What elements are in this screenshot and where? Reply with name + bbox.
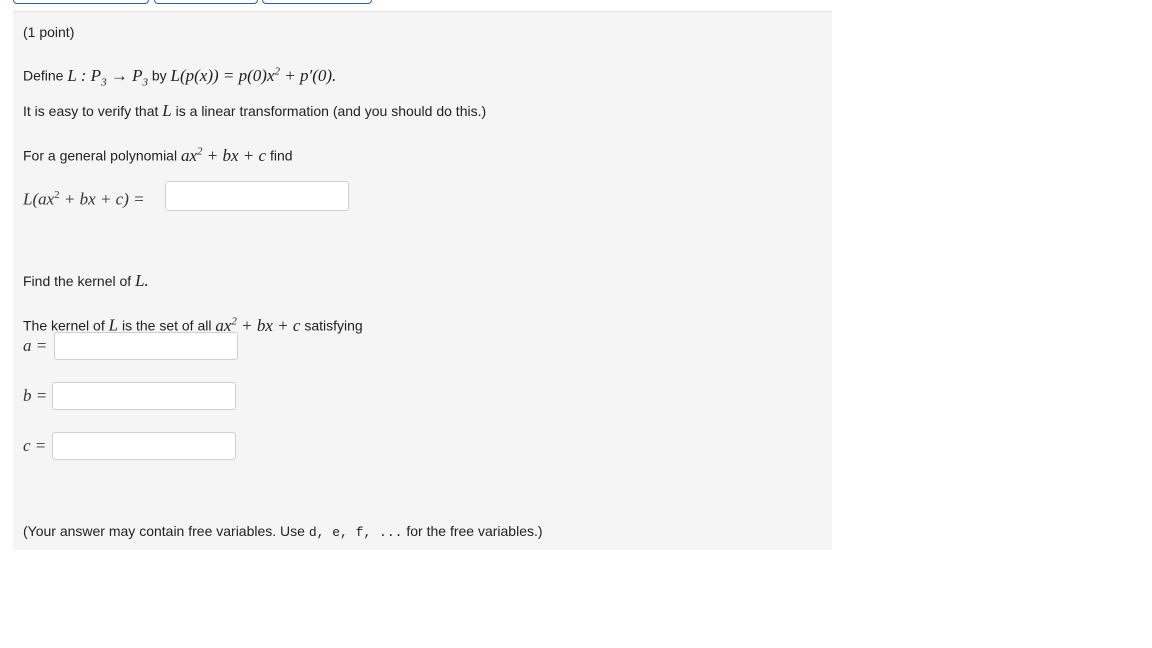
L-symbol: L.: [135, 271, 149, 290]
image-formula-label: L(ax2 + bx + c) =: [23, 189, 145, 209]
rule-formula: L(p(x)) = p(0)x2 + p′(0).: [170, 65, 337, 85]
verify-line: It is easy to verify that L is a linear …: [23, 101, 487, 120]
definition-line: Define L : P3 → P3 by L(p(x)) = p(0)x2 +…: [23, 62, 336, 91]
nav-button-1[interactable]: [13, 0, 149, 4]
a-label: a =: [23, 336, 48, 355]
free-variable-names: d, e, f, ...: [308, 525, 403, 540]
c-answer-input[interactable]: [52, 432, 236, 460]
problem-panel: (1 point) Define L : P3 → P3 by L(p(x)) …: [13, 11, 832, 550]
by-text: by: [151, 67, 167, 84]
nav-button-2[interactable]: [154, 0, 258, 4]
a-answer-input[interactable]: [54, 332, 238, 360]
polynomial-formula: ax2 + bx + c: [180, 145, 267, 165]
free-variables-note: (Your answer may contain free variables.…: [23, 523, 543, 540]
b-answer-input[interactable]: [52, 382, 236, 410]
L-symbol: L: [162, 101, 172, 120]
map-formula: L : P3 → P3: [67, 65, 148, 89]
b-label: b =: [23, 386, 48, 405]
points-label: (1 point): [23, 24, 75, 40]
image-answer-input[interactable]: [165, 181, 349, 211]
kernel-heading: Find the kernel of L.: [23, 271, 149, 290]
general-polynomial-line: For a general polynomial ax2 + bx + c fi…: [23, 145, 293, 165]
c-label: c =: [23, 436, 47, 455]
nav-button-3[interactable]: [262, 0, 372, 4]
define-text: Define: [23, 67, 64, 84]
